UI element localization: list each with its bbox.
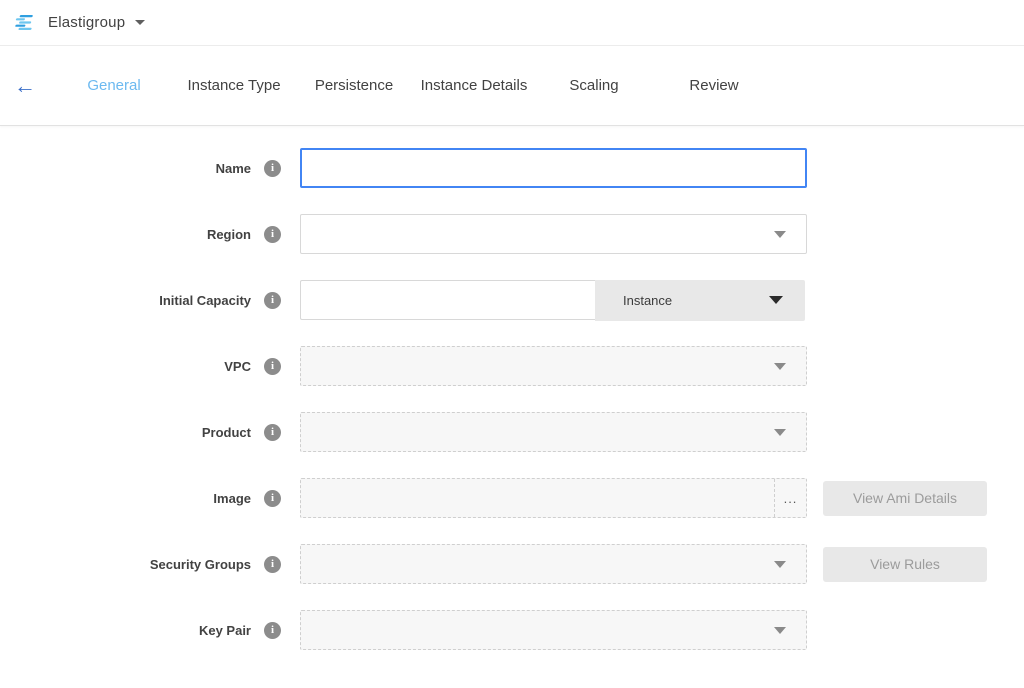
capacity-unit-value: Instance — [623, 293, 672, 308]
image-input — [301, 479, 774, 517]
vpc-select — [300, 346, 807, 386]
vpc-row: VPC i — [0, 346, 1024, 386]
initial-capacity-info-icon[interactable]: i — [264, 292, 281, 309]
image-info-icon[interactable]: i — [264, 490, 281, 507]
vpc-chevron-down-icon — [774, 363, 786, 370]
security-groups-label: Security Groups — [150, 557, 251, 572]
security-groups-row: Security Groups i View Rules — [0, 544, 1024, 584]
tab-instance-details[interactable]: Instance Details — [414, 77, 534, 94]
initial-capacity-row: Initial Capacity i Instance — [0, 280, 1024, 320]
security-groups-select — [300, 544, 807, 584]
region-label: Region — [207, 227, 251, 242]
tab-review[interactable]: Review — [654, 77, 774, 94]
security-groups-info-icon[interactable]: i — [264, 556, 281, 573]
image-input-group: ... — [300, 478, 807, 518]
tab-instance-type[interactable]: Instance Type — [174, 77, 294, 94]
app-header: Elastigroup — [0, 0, 1024, 46]
app-menu-chevron-down-icon[interactable] — [135, 20, 145, 25]
product-chevron-down-icon — [774, 429, 786, 436]
image-browse-button[interactable]: ... — [774, 479, 806, 517]
tab-scaling[interactable]: Scaling — [534, 77, 654, 94]
product-select — [300, 412, 807, 452]
security-groups-chevron-down-icon — [774, 561, 786, 568]
initial-capacity-label: Initial Capacity — [159, 293, 251, 308]
wizard-tab-bar: ← General Instance Type Persistence Inst… — [0, 46, 1024, 126]
name-row: Name i — [0, 148, 1024, 188]
product-row: Product i — [0, 412, 1024, 452]
tab-general[interactable]: General — [54, 77, 174, 94]
region-info-icon[interactable]: i — [264, 226, 281, 243]
tab-persistence[interactable]: Persistence — [294, 77, 414, 94]
elastigroup-logo-icon — [14, 11, 38, 35]
key-pair-row: Key Pair i — [0, 610, 1024, 650]
key-pair-info-icon[interactable]: i — [264, 622, 281, 639]
key-pair-label: Key Pair — [199, 623, 251, 638]
view-rules-button[interactable]: View Rules — [823, 547, 987, 582]
product-label: Product — [202, 425, 251, 440]
capacity-unit-select[interactable]: Instance — [595, 280, 805, 321]
capacity-unit-chevron-down-icon — [769, 296, 783, 304]
vpc-label: VPC — [224, 359, 251, 374]
general-settings-form: Name i Region i Initial Capacity i Insta… — [0, 126, 1024, 650]
product-info-icon[interactable]: i — [264, 424, 281, 441]
name-info-icon[interactable]: i — [264, 160, 281, 177]
region-select[interactable] — [300, 214, 807, 254]
initial-capacity-input[interactable] — [300, 280, 595, 320]
vpc-info-icon[interactable]: i — [264, 358, 281, 375]
name-input[interactable] — [300, 148, 807, 188]
app-title[interactable]: Elastigroup — [48, 14, 125, 31]
key-pair-select — [300, 610, 807, 650]
back-arrow-icon[interactable]: ← — [14, 75, 54, 97]
image-label: Image — [213, 491, 251, 506]
region-chevron-down-icon — [774, 231, 786, 238]
view-ami-details-button[interactable]: View Ami Details — [823, 481, 987, 516]
name-label: Name — [216, 161, 251, 176]
region-row: Region i — [0, 214, 1024, 254]
key-pair-chevron-down-icon — [774, 627, 786, 634]
image-row: Image i ... View Ami Details — [0, 478, 1024, 518]
